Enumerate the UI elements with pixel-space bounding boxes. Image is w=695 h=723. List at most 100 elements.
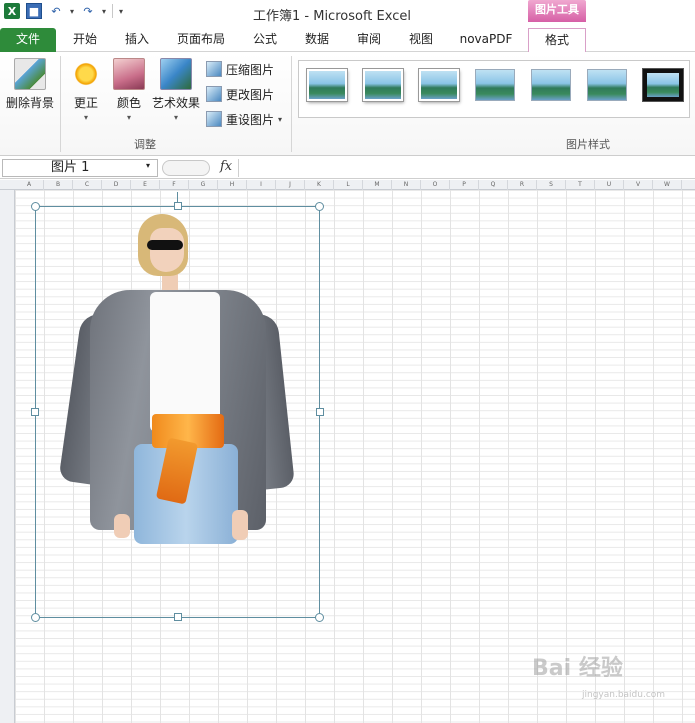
ribbon-divider <box>60 56 61 152</box>
column-header[interactable]: C <box>73 180 102 190</box>
picture-tools-context-label: 图片工具 <box>528 0 586 22</box>
column-header[interactable]: J <box>276 180 305 190</box>
corrections-dropdown-icon: ▾ <box>83 113 88 122</box>
color-label: 颜色 <box>116 96 141 110</box>
column-header[interactable]: Q <box>479 180 508 190</box>
tab-insert[interactable]: 插入 <box>114 28 160 52</box>
compress-pictures-button[interactable]: 压缩图片 <box>206 58 274 80</box>
undo-dropdown-icon[interactable]: ▾ <box>70 7 74 16</box>
change-picture-label: 更改图片 <box>226 87 275 102</box>
column-header[interactable]: A <box>15 180 44 190</box>
resize-handle-top[interactable] <box>174 202 182 210</box>
insert-function-icon[interactable]: fx <box>220 159 232 174</box>
column-header[interactable]: P <box>450 180 479 190</box>
corrections-label: 更正 <box>73 96 98 110</box>
column-header[interactable]: F <box>160 180 189 190</box>
quick-access-toolbar: X ■ ↶ ▾ ↷ ▾ ▾ <box>4 3 123 19</box>
compress-pictures-icon <box>206 61 222 77</box>
column-header[interactable]: G <box>189 180 218 190</box>
resize-handle-bottom[interactable] <box>174 613 182 621</box>
artistic-effects-button[interactable]: 艺术效果 ▾ <box>150 58 202 122</box>
resize-handle-bottom-left[interactable] <box>31 613 40 622</box>
artistic-effects-dropdown-icon: ▾ <box>173 113 178 122</box>
picture-style-thumbnail[interactable] <box>587 69 627 101</box>
compress-pictures-label: 压缩图片 <box>226 62 275 77</box>
name-box-dropdown-icon[interactable]: ▾ <box>146 161 150 170</box>
column-header[interactable]: O <box>421 180 450 190</box>
artistic-effects-icon <box>160 58 192 90</box>
name-box[interactable]: 图片 1 <box>2 159 158 177</box>
column-header[interactable]: D <box>102 180 131 190</box>
picture-styles-group-label: 图片样式 <box>566 138 610 151</box>
color-button[interactable]: 颜色 ▾ <box>110 58 148 122</box>
resize-handle-right[interactable] <box>316 408 324 416</box>
column-header[interactable]: I <box>247 180 276 190</box>
column-header[interactable]: K <box>305 180 334 190</box>
reset-picture-button[interactable]: 重设图片 ▾ <box>206 108 282 130</box>
tab-file[interactable]: 文件 <box>0 28 56 52</box>
resize-handle-left[interactable] <box>31 408 39 416</box>
tab-home[interactable]: 开始 <box>62 28 108 52</box>
tab-formulas[interactable]: 公式 <box>242 28 288 52</box>
column-header[interactable]: R <box>508 180 537 190</box>
formula-controls: fx <box>162 159 238 177</box>
title-bar: X ■ ↶ ▾ ↷ ▾ ▾ 工作簿1 - Microsoft Excel <box>0 0 695 26</box>
excel-logo-icon[interactable]: X <box>4 3 20 19</box>
picture-style-thumbnail[interactable] <box>475 69 515 101</box>
remove-background-label: 删除背景 <box>5 96 54 110</box>
resize-handle-top-left[interactable] <box>31 202 40 211</box>
column-headers: ABCDEFGHIJKLMNOPQRSTUVW <box>0 180 695 190</box>
column-header[interactable]: T <box>566 180 595 190</box>
undo-icon[interactable]: ↶ <box>48 3 64 19</box>
customize-qat-icon[interactable]: ▾ <box>119 7 123 16</box>
tab-novapdf[interactable]: novaPDF <box>452 28 520 52</box>
column-header[interactable]: H <box>218 180 247 190</box>
row-headers <box>0 190 15 723</box>
formula-bar: 图片 1 ▾ fx <box>0 157 695 179</box>
tab-format[interactable]: 格式 <box>528 28 586 52</box>
reset-picture-dropdown-icon[interactable]: ▾ <box>278 115 282 124</box>
column-header[interactable]: M <box>363 180 392 190</box>
corrections-button[interactable]: 更正 ▾ <box>66 58 106 122</box>
picture-style-thumbnail[interactable] <box>307 69 347 101</box>
redo-icon[interactable]: ↷ <box>80 3 96 19</box>
column-header[interactable]: U <box>595 180 624 190</box>
formula-input[interactable] <box>238 159 693 177</box>
change-picture-button[interactable]: 更改图片 <box>206 83 274 105</box>
qat-divider <box>112 4 114 18</box>
picture-style-thumbnail[interactable] <box>643 69 683 101</box>
column-header[interactable]: S <box>537 180 566 190</box>
tab-review[interactable]: 审阅 <box>346 28 392 52</box>
tab-view[interactable]: 视图 <box>398 28 444 52</box>
column-header[interactable]: E <box>131 180 160 190</box>
adjust-group-label: 调整 <box>134 138 156 151</box>
remove-background-icon <box>14 58 46 90</box>
baidu-watermark-url: jingyan.baidu.com <box>582 690 666 700</box>
column-header[interactable]: V <box>624 180 653 190</box>
column-header[interactable]: W <box>653 180 682 190</box>
tab-page-layout[interactable]: 页面布局 <box>166 28 236 52</box>
reset-picture-label: 重设图片 <box>226 112 275 127</box>
tab-data[interactable]: 数据 <box>294 28 340 52</box>
baidu-watermark: Bai 经验 <box>532 656 623 681</box>
column-header[interactable]: B <box>44 180 73 190</box>
resize-handle-bottom-right[interactable] <box>315 613 324 622</box>
picture-selection-frame[interactable] <box>31 202 324 622</box>
picture-style-thumbnail[interactable] <box>419 69 459 101</box>
corrections-icon <box>70 58 102 90</box>
ribbon-tabs: 图片工具 文件 开始 插入 页面布局 公式 数据 审阅 视图 novaPDF 格… <box>0 0 695 52</box>
remove-background-button[interactable]: 删除背景 <box>4 58 56 111</box>
save-icon[interactable]: ■ <box>26 3 42 19</box>
picture-style-thumbnail[interactable] <box>363 69 403 101</box>
color-dropdown-icon: ▾ <box>126 113 131 122</box>
change-picture-icon <box>206 86 222 102</box>
column-header[interactable]: N <box>392 180 421 190</box>
redo-dropdown-icon[interactable]: ▾ <box>102 7 106 16</box>
formula-buttons-pill[interactable] <box>162 160 210 176</box>
reset-picture-icon <box>206 111 222 127</box>
picture-style-thumbnail[interactable] <box>531 69 571 101</box>
resize-handle-top-right[interactable] <box>315 202 324 211</box>
window-title: 工作簿1 - Microsoft Excel <box>253 9 411 24</box>
column-header[interactable]: L <box>334 180 363 190</box>
picture-styles-gallery <box>298 60 690 118</box>
